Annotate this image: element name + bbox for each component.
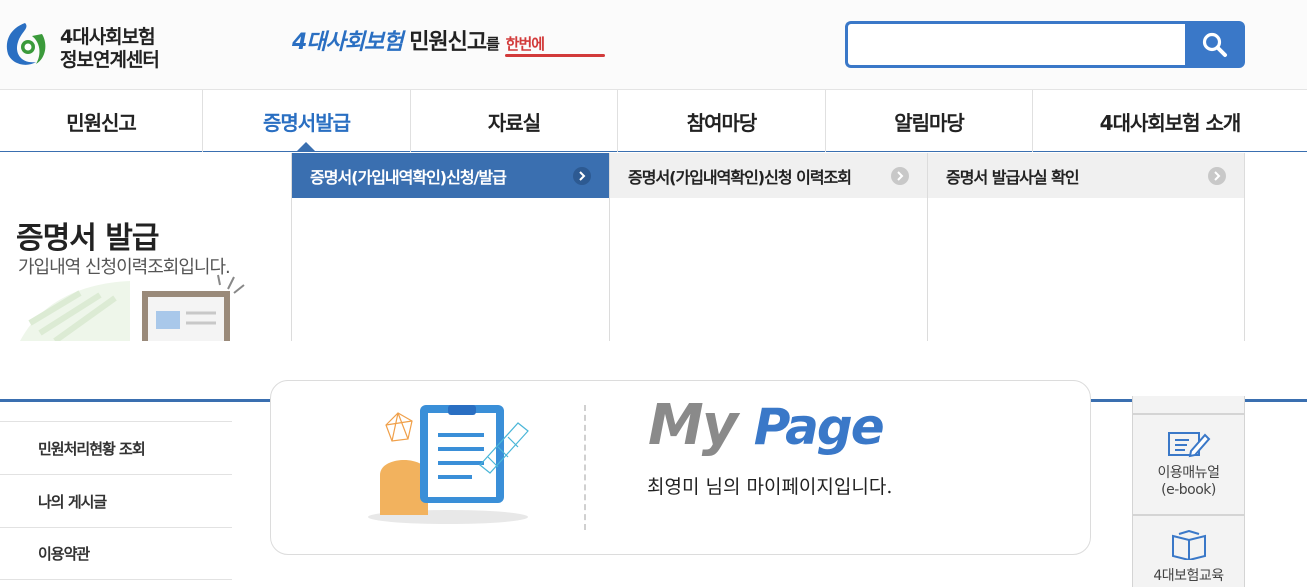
dropdown-title: 증명서 발급	[16, 221, 159, 256]
card-divider	[584, 405, 586, 530]
sidebar-item-terms[interactable]: 이용약관	[0, 527, 232, 580]
slogan-part2: 민원신고	[409, 30, 487, 55]
dropdown-column-3: 증명서 발급사실 확인	[927, 153, 1245, 341]
mega-menu-dropdown: 증명서 발급 가입내역 신청이력조회입니다. 증명서(가입내역확인)신청/발급 …	[0, 153, 1307, 341]
quick-menu-top-item[interactable]	[1132, 396, 1245, 414]
mypage-logo: My Page	[648, 393, 885, 458]
logo-icon[interactable]	[2, 20, 48, 70]
gnb-item-library[interactable]: 자료실	[411, 90, 618, 152]
chevron-right-icon	[573, 166, 591, 185]
mypage-logo-page: Page	[753, 398, 885, 456]
quick-menu-label: 이용매뉴얼	[1157, 465, 1220, 481]
gnb-item-civil-report[interactable]: 민원신고	[0, 90, 203, 152]
certificate-illustration	[20, 274, 245, 341]
search-icon	[1202, 32, 1227, 57]
menu-item-certificate-apply[interactable]: 증명서(가입내역확인)신청/발급	[292, 153, 609, 198]
main-navigation: 민원신고 증명서발급 자료실 참여마당 알림마당 4대사회보험 소개	[0, 90, 1307, 152]
gnb-item-notice[interactable]: 알림마당	[826, 90, 1033, 152]
chevron-right-icon	[1208, 166, 1226, 185]
active-menu-caret	[296, 142, 316, 152]
edit-document-icon	[1167, 432, 1210, 458]
slogan: 4대사회보험 민원신고를 한번에	[292, 24, 545, 56]
search-button[interactable]	[1185, 21, 1245, 68]
dropdown-column-2: 증명서(가입내역확인)신청 이력조회	[609, 153, 927, 341]
slogan-underline	[505, 54, 605, 57]
mypage-welcome-message: 최영미 님의 마이페이지입니다.	[647, 476, 893, 498]
menu-item-label: 증명서(가입내역확인)신청 이력조회	[628, 167, 852, 187]
quick-menu-label-sub: (e-book)	[1161, 482, 1216, 498]
slogan-part4: 한번에	[505, 35, 545, 53]
slogan-part1: 4대사회보험	[292, 30, 404, 55]
quick-menu-label: 4대보험교육	[1153, 568, 1224, 584]
gnb-item-participation[interactable]: 참여마당	[618, 90, 826, 152]
gnb-item-about[interactable]: 4대사회보험 소개	[1033, 90, 1307, 152]
search-input[interactable]	[848, 24, 1185, 65]
dropdown-column-1: 증명서(가입내역확인)신청/발급	[291, 153, 609, 341]
sidebar-item-my-posts[interactable]: 나의 게시글	[0, 474, 232, 527]
site-header: 4대사회보험 정보연계센터 4대사회보험 민원신고를 한번에	[0, 0, 1307, 90]
book-icon	[1171, 530, 1206, 560]
menu-item-certificate-verify[interactable]: 증명서 발급사실 확인	[928, 153, 1244, 198]
logo-text-line2[interactable]: 정보연계센터	[60, 45, 160, 72]
clipboard-illustration	[368, 405, 529, 524]
menu-item-certificate-history[interactable]: 증명서(가입내역확인)신청 이력조회	[610, 153, 927, 198]
slogan-part3: 를	[486, 35, 500, 53]
search-box	[845, 21, 1185, 68]
menu-item-label: 증명서 발급사실 확인	[946, 167, 1080, 187]
quick-menu-education[interactable]: 4대보험교육	[1132, 515, 1245, 587]
menu-item-label: 증명서(가입내역확인)신청/발급	[310, 167, 507, 187]
chevron-right-icon	[891, 166, 909, 185]
sidebar-item-civil-status[interactable]: 민원처리현황 조회	[0, 421, 232, 474]
mypage-logo-my: My	[648, 393, 738, 458]
quick-menu-manual[interactable]: 이용매뉴얼 (e-book)	[1132, 414, 1245, 515]
